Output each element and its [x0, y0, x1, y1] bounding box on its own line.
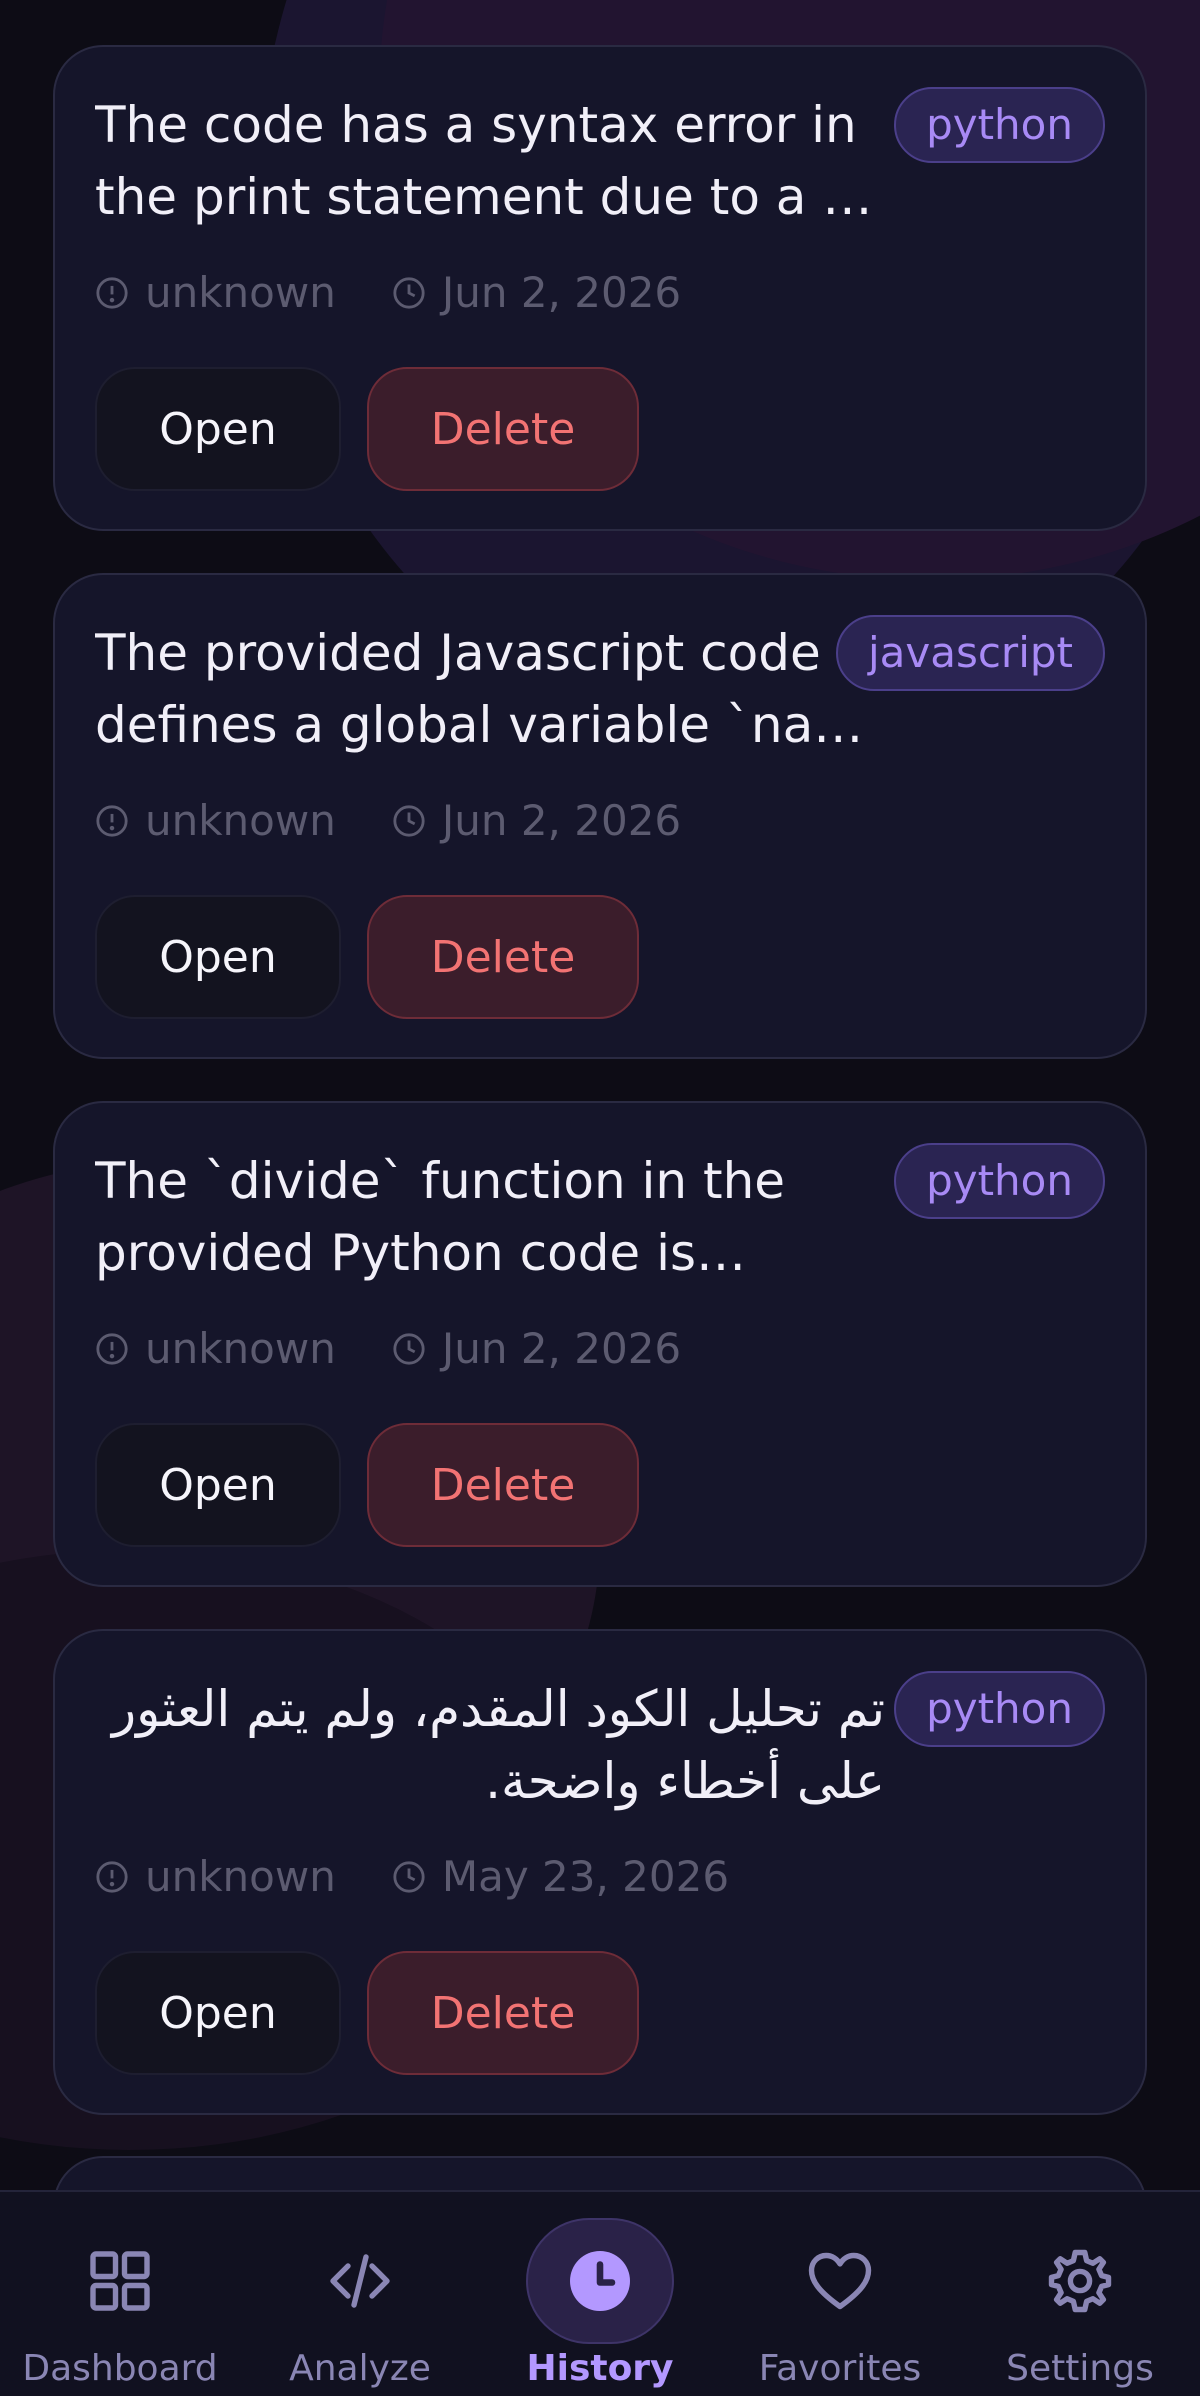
- date-text: Jun 2, 2026: [441, 268, 682, 317]
- status-text: unknown: [145, 1852, 336, 1901]
- card-title: The provided Javascript code defines a g…: [95, 624, 864, 754]
- card-meta: unknown Jun 2, 2026: [95, 791, 1105, 851]
- card-title: The code has a syntax error in the print…: [95, 96, 873, 226]
- open-button[interactable]: Open: [95, 895, 341, 1019]
- history-card[interactable]: The code has a syntax error in the print…: [53, 45, 1147, 531]
- card-actions: Open Delete: [95, 1951, 1105, 2075]
- clock-icon: [393, 277, 425, 309]
- card-meta: unknown Jun 2, 2026: [95, 1319, 1105, 1379]
- nav-label: Dashboard: [22, 2348, 218, 2389]
- date-text: May 23, 2026: [441, 1852, 730, 1901]
- heart-icon: [808, 2252, 872, 2310]
- card-actions: Open Delete: [95, 367, 1105, 491]
- card-meta: unknown Jun 2, 2026: [95, 263, 1105, 323]
- open-button[interactable]: Open: [95, 367, 341, 491]
- nav-item-analyze[interactable]: Analyze: [250, 2192, 470, 2389]
- delete-button[interactable]: Delete: [367, 895, 639, 1019]
- clock-icon: [393, 1861, 425, 1893]
- bottom-nav: Dashboard Analyze History Favorites Sett…: [0, 2190, 1200, 2396]
- status-text: unknown: [145, 268, 336, 317]
- nav-label: History: [526, 2348, 674, 2389]
- history-list: The code has a syntax error in the print…: [53, 45, 1147, 2157]
- status-text: unknown: [145, 1324, 336, 1373]
- language-badge: python: [894, 1671, 1105, 1747]
- history-screen: The code has a syntax error in the print…: [0, 0, 1200, 2396]
- nav-item-dashboard[interactable]: Dashboard: [10, 2192, 230, 2389]
- delete-button[interactable]: Delete: [367, 1951, 639, 2075]
- nav-item-favorites[interactable]: Favorites: [730, 2192, 950, 2389]
- history-card[interactable]: The `divide` function in the provided Py…: [53, 1101, 1147, 1587]
- clock-icon: [393, 805, 425, 837]
- history-card[interactable]: تم تحليل الكود المقدم، ولم يتم العثور عل…: [53, 1629, 1147, 2115]
- alert-circle-icon: [96, 277, 128, 309]
- code-icon: [330, 2254, 390, 2308]
- card-title: The `divide` function in the provided Py…: [95, 1152, 786, 1282]
- card-title: تم تحليل الكود المقدم، ولم يتم العثور عل…: [112, 1680, 885, 1810]
- gear-icon: [1048, 2249, 1112, 2313]
- card-actions: Open Delete: [95, 1423, 1105, 1547]
- nav-label: Analyze: [289, 2348, 431, 2389]
- history-card[interactable]: The provided Javascript code defines a g…: [53, 573, 1147, 1059]
- card-meta: unknown May 23, 2026: [95, 1847, 1105, 1907]
- grid-icon: [90, 2251, 150, 2311]
- delete-button[interactable]: Delete: [367, 367, 639, 491]
- clock-icon: [570, 2251, 630, 2311]
- open-button[interactable]: Open: [95, 1951, 341, 2075]
- language-badge: python: [894, 87, 1105, 163]
- delete-button[interactable]: Delete: [367, 1423, 639, 1547]
- date-text: Jun 2, 2026: [441, 1324, 682, 1373]
- nav-item-settings[interactable]: Settings: [970, 2192, 1190, 2389]
- nav-item-history[interactable]: History: [490, 2192, 710, 2389]
- card-actions: Open Delete: [95, 895, 1105, 1019]
- language-badge: python: [894, 1143, 1105, 1219]
- open-button[interactable]: Open: [95, 1423, 341, 1547]
- alert-circle-icon: [96, 1861, 128, 1893]
- clock-icon: [393, 1333, 425, 1365]
- alert-circle-icon: [96, 805, 128, 837]
- language-badge: javascript: [835, 615, 1105, 691]
- date-text: Jun 2, 2026: [441, 796, 682, 845]
- alert-circle-icon: [96, 1333, 128, 1365]
- nav-label: Favorites: [758, 2348, 922, 2389]
- status-text: unknown: [145, 796, 336, 845]
- nav-label: Settings: [1006, 2348, 1154, 2389]
